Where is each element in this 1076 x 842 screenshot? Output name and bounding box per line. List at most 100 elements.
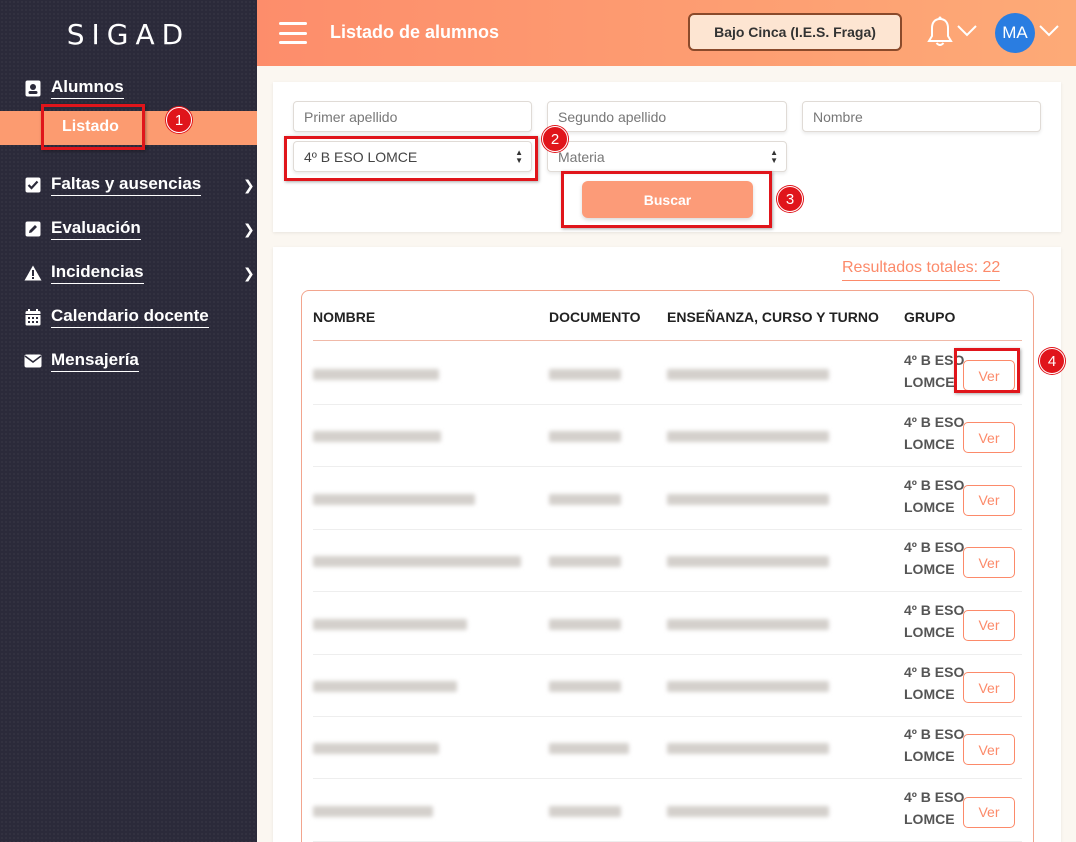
- ensenanza-cell-redacted: [667, 431, 829, 443]
- sidebar-item-label: Evaluación: [51, 218, 141, 240]
- table-row: 4º B ESO LOMCE Ver: [313, 593, 1022, 655]
- grupo-cell: 4º B ESO LOMCE: [904, 599, 966, 643]
- annotation-box-3: [561, 171, 772, 228]
- grupo-line-2: LOMCE: [904, 810, 955, 827]
- table-row: 4º B ESO LOMCE Ver: [313, 655, 1022, 717]
- nombre-cell-redacted: [313, 369, 439, 380]
- grupo-cell: 4º B ESO LOMCE: [904, 786, 966, 830]
- hamburger-menu-icon[interactable]: [279, 22, 307, 44]
- ver-button[interactable]: Ver: [963, 547, 1015, 579]
- ensenanza-cell-redacted: [667, 618, 829, 630]
- nombre-cell-redacted: [313, 618, 467, 630]
- table-row: 4º B ESO LOMCE Ver: [313, 530, 1022, 593]
- grupo-cell: 4º B ESO LOMCE: [904, 661, 966, 705]
- documento-cell-redacted: [549, 805, 621, 817]
- chevron-down-icon[interactable]: [957, 24, 977, 42]
- column-header-documento: DOCUMENTO: [549, 309, 641, 325]
- checkbox-icon: [24, 176, 42, 194]
- grupo-cell: 4º B ESO LOMCE: [904, 536, 966, 580]
- table-row: 4º B ESO LOMCE Ver: [313, 405, 1022, 468]
- sidebar-item-label: Calendario docente: [51, 306, 209, 328]
- chevron-right-icon: ❯: [243, 221, 255, 237]
- ensenanza-cell-redacted: [667, 493, 829, 505]
- header-divider: [313, 340, 1022, 341]
- grupo-line-2: LOMCE: [904, 498, 955, 515]
- sidebar-item-incidencias[interactable]: Incidencias: [24, 262, 144, 284]
- grupo-line-2: LOMCE: [904, 748, 955, 765]
- nombre-cell-redacted: [313, 805, 433, 817]
- results-panel: Resultados totales: 22 NOMBRE DOCUMENTO …: [273, 247, 1061, 842]
- primer-apellido-input[interactable]: Primer apellido: [293, 101, 532, 132]
- ensenanza-cell-redacted: [667, 805, 829, 817]
- annotation-box-2: [284, 136, 538, 181]
- ver-button[interactable]: Ver: [963, 609, 1015, 641]
- grupo-line-2: LOMCE: [904, 561, 955, 578]
- calendar-icon: [24, 308, 42, 326]
- annotation-badge-2: 2: [542, 126, 568, 152]
- ver-button[interactable]: Ver: [963, 734, 1015, 766]
- documento-cell-redacted: [549, 431, 621, 443]
- annotation-badge-4: 4: [1039, 348, 1065, 374]
- warning-icon: [24, 264, 42, 282]
- grupo-line-1: 4º B ESO: [904, 601, 965, 618]
- annotation-badge-3: 3: [777, 186, 803, 212]
- center-selector-button[interactable]: Bajo Cinca (I.E.S. Fraga): [688, 13, 902, 51]
- envelope-icon: [24, 352, 42, 370]
- ver-button[interactable]: Ver: [963, 422, 1015, 454]
- edit-icon: [24, 220, 42, 238]
- grupo-line-1: 4º B ESO: [904, 476, 965, 493]
- sidebar-item-faltas[interactable]: Faltas y ausencias: [24, 174, 202, 196]
- top-header: Listado de alumnos Bajo Cinca (I.E.S. Fr…: [257, 0, 1076, 66]
- chevron-down-icon[interactable]: [1039, 24, 1059, 42]
- nombre-input[interactable]: Nombre: [802, 101, 1041, 132]
- materia-select[interactable]: Materia ▲ ▼: [547, 141, 787, 172]
- sidebar-item-label: Faltas y ausencias: [51, 174, 202, 196]
- table-row: 4º B ESO LOMCE Ver: [313, 717, 1022, 780]
- documento-cell-redacted: [549, 681, 621, 692]
- documento-cell-redacted: [549, 369, 621, 380]
- sidebar-item-label: Incidencias: [51, 262, 144, 284]
- grupo-line-2: LOMCE: [904, 436, 955, 453]
- nombre-cell-redacted: [313, 556, 521, 568]
- grupo-cell: 4º B ESO LOMCE: [904, 723, 966, 767]
- user-id-icon: [24, 79, 42, 97]
- grupo-line-1: 4º B ESO: [904, 788, 965, 805]
- ensenanza-cell-redacted: [667, 681, 829, 692]
- app-logo: SIGAD: [66, 18, 191, 51]
- ver-button[interactable]: Ver: [963, 484, 1015, 516]
- annotation-box-4: [954, 348, 1020, 393]
- chevron-right-icon: ❯: [243, 177, 255, 193]
- column-header-grupo: GRUPO: [904, 309, 956, 325]
- avatar[interactable]: MA: [995, 13, 1035, 53]
- grupo-line-2: LOMCE: [904, 623, 955, 640]
- ver-button[interactable]: Ver: [963, 796, 1015, 828]
- grupo-line-1: 4º B ESO: [904, 539, 965, 556]
- results-total: Resultados totales: 22: [842, 259, 1001, 281]
- segundo-apellido-input[interactable]: Segundo apellido: [547, 101, 787, 132]
- sidebar-item-evaluacion[interactable]: Evaluación: [24, 218, 141, 240]
- sidebar-item-label: Mensajería: [51, 350, 139, 372]
- documento-cell-redacted: [549, 493, 621, 505]
- sidebar-item-calendario[interactable]: Calendario docente: [24, 306, 209, 328]
- ver-button[interactable]: Ver: [963, 672, 1015, 703]
- select-arrows-icon: ▲ ▼: [770, 148, 778, 165]
- ensenanza-cell-redacted: [667, 369, 829, 380]
- column-header-ensenanza: ENSEÑANZA, CURSO Y TURNO: [667, 309, 879, 325]
- grupo-line-1: 4º B ESO: [904, 726, 965, 743]
- bell-icon[interactable]: [927, 16, 953, 53]
- nombre-cell-redacted: [313, 681, 457, 692]
- table-row: 4º B ESO LOMCE Ver: [313, 780, 1022, 842]
- sidebar-item-mensajeria[interactable]: Mensajería: [24, 350, 139, 372]
- materia-select-value: Materia: [558, 149, 605, 165]
- documento-cell-redacted: [549, 556, 621, 568]
- ensenanza-cell-redacted: [667, 556, 829, 568]
- grupo-line-1: 4º B ESO: [904, 664, 965, 680]
- sidebar-item-label: Alumnos: [51, 77, 124, 99]
- annotation-box-1: [41, 104, 145, 150]
- documento-cell-redacted: [549, 618, 621, 630]
- table-row: 4º B ESO LOMCE Ver: [313, 468, 1022, 530]
- grupo-cell: 4º B ESO LOMCE: [904, 411, 966, 455]
- sidebar-item-alumnos[interactable]: Alumnos: [24, 77, 124, 99]
- nombre-cell-redacted: [313, 743, 439, 755]
- column-header-nombre: NOMBRE: [313, 309, 376, 325]
